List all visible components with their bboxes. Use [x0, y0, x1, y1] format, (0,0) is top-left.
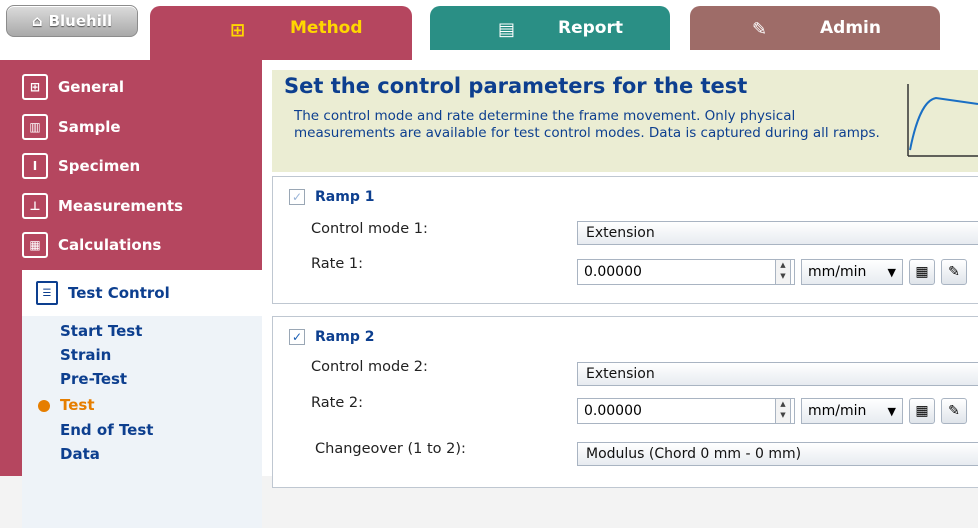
rate-1-stepper[interactable]: ▲ ▼	[775, 259, 791, 285]
control-mode-2-label: Control mode 2:	[311, 359, 428, 375]
control-mode-1-select[interactable]: Extension ▼	[577, 221, 978, 245]
page-description: The control mode and rate determine the …	[294, 108, 880, 141]
control-mode-1-value: Extension	[586, 225, 655, 241]
sub-item-test[interactable]: Test	[60, 396, 95, 414]
sub-item-pre-test[interactable]: Pre-Test	[60, 370, 127, 388]
sub-item-end-of-test[interactable]: End of Test	[60, 421, 153, 439]
ramp-2-header: ✓ Ramp 2	[289, 329, 374, 345]
top-bar: ⌂ Bluehill ⊞ Method ▤ Report ✎ Admin	[0, 0, 978, 62]
control-mode-2-value: Extension	[586, 366, 655, 382]
calculator-icon: ▦	[22, 232, 48, 258]
pencil-icon: ✎	[752, 19, 768, 40]
ramp-1-card: ✓ Ramp 1 Control mode 1: Extension ▼ Rat…	[272, 176, 978, 304]
test-control-icon: ☰	[36, 281, 58, 305]
sub-item-data[interactable]: Data	[60, 445, 100, 463]
rate-1-value: 0.00000	[584, 264, 642, 280]
ramp-1-label: Ramp 1	[315, 189, 375, 205]
main-panel: Set the control parameters for the test …	[262, 60, 978, 488]
ramp-2-checkbox[interactable]: ✓	[289, 329, 305, 345]
rate-2-value: 0.00000	[584, 403, 642, 419]
sample-icon: ▥	[22, 114, 48, 140]
tab-report-label: Report	[558, 18, 623, 38]
rate-1-input[interactable]: 0.00000	[577, 259, 795, 285]
tab-method[interactable]: ⊞ Method	[150, 6, 412, 62]
sidebar-item-label: Specimen	[58, 157, 141, 175]
ramp-1-header: ✓ Ramp 1	[289, 189, 374, 205]
test-control-panel: ☰ Test Control Start Test Strain Pre-Tes…	[22, 270, 262, 528]
sub-item-start-test[interactable]: Start Test	[60, 322, 142, 340]
changeover-select[interactable]: Modulus (Chord 0 mm - 0 mm) ▼	[577, 442, 978, 466]
tab-report[interactable]: ▤ Report	[430, 6, 670, 50]
tab-method-label: Method	[290, 18, 363, 38]
sidebar-item-calculations[interactable]: ▦ Calculations	[22, 228, 257, 262]
rate-1-unit-select[interactable]: mm/min ▼	[801, 259, 903, 285]
sub-item-strain[interactable]: Strain	[60, 346, 111, 364]
page-title: Set the control parameters for the test	[284, 74, 748, 98]
ramp-2-card: ✓ Ramp 2 Control mode 2: Extension ▼ Rat…	[272, 316, 978, 488]
rate-2-stepper[interactable]: ▲ ▼	[775, 398, 791, 424]
sidebar-item-label: Sample	[58, 118, 121, 136]
sidebar-item-label: Measurements	[58, 197, 183, 215]
sidebar-item-label: Calculations	[58, 236, 162, 254]
rate-1-label: Rate 1:	[311, 256, 363, 272]
calculator-button[interactable]: ▦	[909, 398, 935, 424]
sidebar-item-label: General	[58, 78, 124, 96]
tab-admin-label: Admin	[820, 18, 881, 38]
sidebar-item-measurements[interactable]: ⊥ Measurements	[22, 189, 257, 223]
measurements-icon: ⊥	[22, 193, 48, 219]
sidebar-item-label: Test Control	[68, 284, 170, 302]
specimen-icon: I	[22, 153, 48, 179]
ramp-2-label: Ramp 2	[315, 329, 375, 345]
curve-icon	[907, 84, 978, 157]
tab-admin[interactable]: ✎ Admin	[690, 6, 940, 50]
rate-2-label: Rate 2:	[311, 395, 363, 411]
sidebar-item-test-control[interactable]: ☰ Test Control	[22, 270, 262, 316]
calculator-button[interactable]: ▦	[909, 259, 935, 285]
home-button[interactable]: ⌂ Bluehill	[6, 5, 138, 37]
active-bullet-icon	[38, 400, 50, 412]
brand-label: Bluehill	[48, 12, 113, 30]
ramp-1-checkbox[interactable]: ✓	[289, 189, 305, 205]
rate-1-unit-value: mm/min	[808, 264, 867, 280]
rate-2-input[interactable]: 0.00000	[577, 398, 795, 424]
info-banner: Set the control parameters for the test …	[272, 70, 978, 172]
rate-2-unit-value: mm/min	[808, 403, 867, 419]
tree-icon: ⊞	[230, 20, 246, 41]
sidebar-item-specimen[interactable]: I Specimen	[22, 149, 257, 183]
calculator-icon: ▦	[915, 264, 929, 280]
home-icon: ⌂	[31, 12, 43, 30]
sidebar-item-sample[interactable]: ▥ Sample	[22, 110, 257, 144]
rate-2-unit-select[interactable]: mm/min ▼	[801, 398, 903, 424]
changeover-value: Modulus (Chord 0 mm - 0 mm)	[586, 446, 802, 462]
control-mode-1-label: Control mode 1:	[311, 221, 428, 237]
document-icon: ▤	[498, 19, 516, 40]
sidebar: ⊞ General ▥ Sample I Specimen ⊥ Measurem…	[0, 60, 262, 528]
control-mode-2-select[interactable]: Extension ▼	[577, 362, 978, 386]
tree-icon: ⊞	[22, 74, 48, 100]
chevron-down-icon: ▼	[887, 266, 896, 279]
chevron-down-icon: ▼	[887, 405, 896, 418]
pencil-icon: ✎	[948, 403, 960, 419]
edit-button[interactable]: ✎	[941, 259, 967, 285]
sidebar-item-general[interactable]: ⊞ General	[22, 70, 257, 104]
edit-button[interactable]: ✎	[941, 398, 967, 424]
calculator-icon: ▦	[915, 403, 929, 419]
changeover-label: Changeover (1 to 2):	[315, 441, 466, 457]
pencil-icon: ✎	[948, 264, 960, 280]
